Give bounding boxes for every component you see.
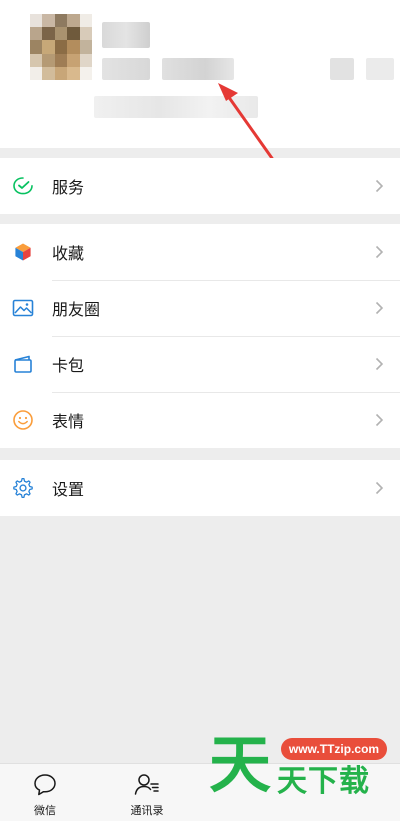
watermark-url: www.TTzip.com xyxy=(281,738,387,760)
menu-item-label: 设置 xyxy=(52,480,85,499)
menu-item-label: 服务 xyxy=(52,178,85,197)
contacts-icon xyxy=(134,774,159,795)
menu-group-services: 服务 xyxy=(0,158,400,214)
wechat-pay-check-icon xyxy=(13,177,33,195)
menu-item-favorites[interactable]: 收藏 xyxy=(0,224,400,280)
menu-item-services[interactable]: 服务 xyxy=(0,158,400,214)
chat-bubble-icon xyxy=(34,774,56,796)
gear-icon xyxy=(13,478,33,498)
chevron-right-icon xyxy=(375,301,384,315)
chevron-right-icon xyxy=(375,245,384,259)
tab-chats[interactable]: 微信 xyxy=(0,764,90,821)
menu-item-label: 收藏 xyxy=(52,244,85,263)
menu-item-cards[interactable]: 卡包 xyxy=(0,336,400,392)
bottom-tab-bar: 微信 通讯录 xyxy=(0,763,400,821)
tab-contacts[interactable]: 通讯录 xyxy=(102,764,192,821)
card-wallet-icon xyxy=(14,355,32,373)
chevron-right-icon xyxy=(375,357,384,371)
menu-group-main: 收藏 朋友圈 卡包 表情 xyxy=(0,224,400,448)
menu-item-label: 表情 xyxy=(52,412,85,431)
smiley-icon xyxy=(13,410,33,430)
menu-item-label: 朋友圈 xyxy=(52,300,101,319)
menu-group-settings: 设置 xyxy=(0,460,400,516)
tab-label: 通讯录 xyxy=(130,804,164,817)
menu-item-label: 卡包 xyxy=(52,356,85,375)
menu-item-moments[interactable]: 朋友圈 xyxy=(0,280,400,336)
chevron-right-icon xyxy=(375,413,384,427)
favorites-cube-icon xyxy=(14,242,32,262)
menu-item-settings[interactable]: 设置 xyxy=(0,460,400,516)
menu-item-stickers[interactable]: 表情 xyxy=(0,392,400,448)
tab-label: 微信 xyxy=(34,804,56,817)
chevron-right-icon xyxy=(375,481,384,495)
chevron-right-icon xyxy=(375,179,384,193)
moments-picture-icon xyxy=(12,299,34,317)
